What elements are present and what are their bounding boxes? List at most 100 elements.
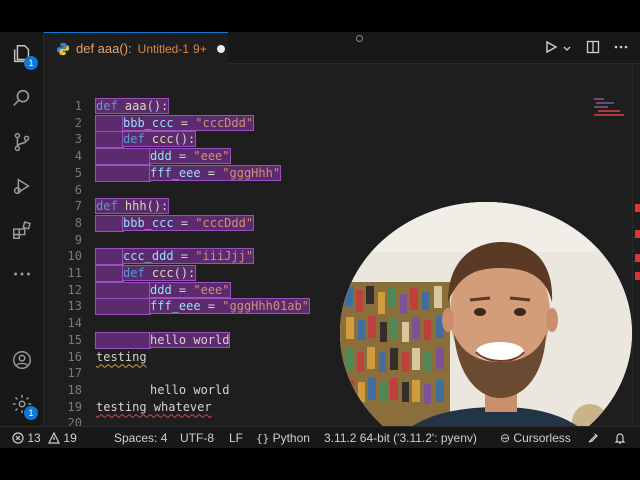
- split-editor-icon[interactable]: [586, 39, 600, 58]
- code-line[interactable]: 5 fff_eee = "gggHhh": [44, 164, 594, 182]
- line-number: 7: [74, 199, 82, 214]
- line-number: 18: [67, 382, 82, 397]
- selection-indent: [95, 114, 124, 132]
- line-number: 1: [74, 99, 82, 113]
- code-token: ddd: [150, 149, 172, 164]
- code-text: fff_eee = "gggHhh": [148, 164, 282, 182]
- line-number: 5: [74, 165, 82, 180]
- feedback-icon[interactable]: [587, 427, 599, 448]
- python-interpreter[interactable]: 3.11.2 64-bit ('3.11.2': pyenv): [324, 427, 477, 448]
- code-token: bbb_ccc: [123, 215, 174, 230]
- more-icon[interactable]: [10, 262, 34, 286]
- selection-indent: [95, 214, 124, 232]
- line-number: 15: [67, 332, 82, 347]
- selection-indent: [95, 248, 124, 266]
- code-token: ccc_ddd: [123, 249, 174, 264]
- selection-indent: [95, 265, 124, 282]
- warning-count: 19: [63, 431, 77, 445]
- code-text: ddd = "eee": [149, 148, 231, 165]
- more-actions-icon[interactable]: [614, 39, 628, 58]
- code-token: ccc: [151, 132, 174, 147]
- code-token: testing: [96, 349, 147, 364]
- code-token: def: [123, 132, 145, 147]
- code-text: testing whatever: [96, 399, 212, 416]
- line-number: 2: [74, 115, 82, 130]
- notifications-bell-icon[interactable]: [614, 427, 626, 448]
- code-text: def ccc():: [121, 131, 197, 148]
- language-mode[interactable]: {} Python: [256, 427, 310, 448]
- code-text: ddd = "eee": [149, 281, 231, 299]
- line-number: 14: [67, 316, 82, 331]
- line-number: 12: [67, 282, 82, 297]
- code-text: ccc_ddd = "iiiJjj": [121, 248, 255, 265]
- code-text: hello world: [150, 382, 229, 399]
- explorer-badge: 1: [24, 56, 38, 70]
- encoding-indicator[interactable]: UTF-8: [180, 427, 214, 448]
- indentation-indicator[interactable]: Spaces: 4: [114, 427, 167, 448]
- code-token: "eee": [193, 282, 230, 297]
- cursorless-icon: ⊖: [500, 431, 511, 445]
- source-control-icon[interactable]: [10, 130, 34, 154]
- tab-untitled-1[interactable]: def aaa(): Untitled-1 9+: [44, 32, 228, 64]
- code-token: hhh: [124, 199, 147, 214]
- camera-indicator-icon: [356, 35, 363, 42]
- line-number: 13: [67, 299, 82, 314]
- code-token: hello world: [150, 332, 230, 347]
- code-token: "gggHhh": [222, 165, 281, 180]
- code-token: "cccDdd": [195, 115, 254, 130]
- code-token: hello world: [150, 382, 230, 397]
- explorer-icon[interactable]: 1: [10, 42, 38, 70]
- run-debug-icon[interactable]: [10, 174, 34, 198]
- code-token: ():: [173, 266, 196, 280]
- code-token: "eee": [193, 149, 230, 164]
- line-number: 11: [67, 266, 82, 280]
- settings-badge: 1: [24, 406, 38, 420]
- top-letterbox: [0, 0, 640, 32]
- code-line[interactable]: 1 def aaa():: [44, 98, 594, 115]
- line-number: 10: [67, 249, 82, 264]
- selection-indent: [95, 281, 151, 299]
- account-icon[interactable]: [10, 348, 34, 372]
- run-file-icon[interactable]: [544, 39, 558, 58]
- code-token: bbb_ccc: [123, 115, 174, 130]
- code-token: def: [96, 99, 118, 113]
- line-number: 3: [74, 132, 82, 147]
- vertical-scrollbar[interactable]: [632, 64, 640, 426]
- tab-title: def aaa():: [76, 41, 132, 56]
- warning-icon: [48, 431, 61, 444]
- bottom-letterbox: [0, 448, 640, 480]
- code-text: def ccc():: [121, 265, 197, 282]
- cursorless-status[interactable]: ⊖ Cursorless: [500, 427, 571, 448]
- code-token: def: [123, 266, 145, 280]
- eol-indicator[interactable]: LF: [229, 427, 243, 448]
- extensions-icon[interactable]: [10, 218, 34, 242]
- selection-indent: [95, 331, 151, 349]
- code-line[interactable]: 2 bbb_ccc = "cccDdd": [44, 114, 594, 132]
- language-label: Python: [272, 431, 310, 445]
- code-token: ():: [146, 99, 169, 113]
- code-token: ():: [173, 132, 196, 147]
- code-line[interactable]: 3 def ccc():: [44, 131, 594, 149]
- cursorless-label: Cursorless: [513, 431, 571, 445]
- code-text: testing: [96, 349, 147, 366]
- problems-indicator[interactable]: 13 19: [12, 427, 77, 448]
- python-file-icon: [56, 42, 70, 55]
- unsaved-dot-icon[interactable]: [216, 44, 225, 53]
- code-token: =: [173, 215, 196, 230]
- code-line[interactable]: 4 ddd = "eee": [44, 148, 594, 166]
- code-token: ccc: [151, 266, 174, 280]
- code-token: =: [200, 165, 223, 180]
- chevron-down-icon[interactable]: [562, 39, 572, 58]
- search-icon[interactable]: [10, 86, 34, 110]
- webcam-overlay: [340, 202, 632, 448]
- vscode-window: 1 1 def aaa(): Untitled-1 9+ 1 def aaa()…: [0, 32, 640, 448]
- code-line[interactable]: 6: [44, 182, 594, 199]
- code-token: "iiiJjj": [195, 249, 254, 264]
- line-number: 8: [74, 215, 82, 230]
- settings-gear-icon[interactable]: 1: [10, 392, 38, 420]
- code-text: bbb_ccc = "cccDdd": [121, 214, 255, 232]
- code-token: "gggHhh01ab": [222, 299, 309, 314]
